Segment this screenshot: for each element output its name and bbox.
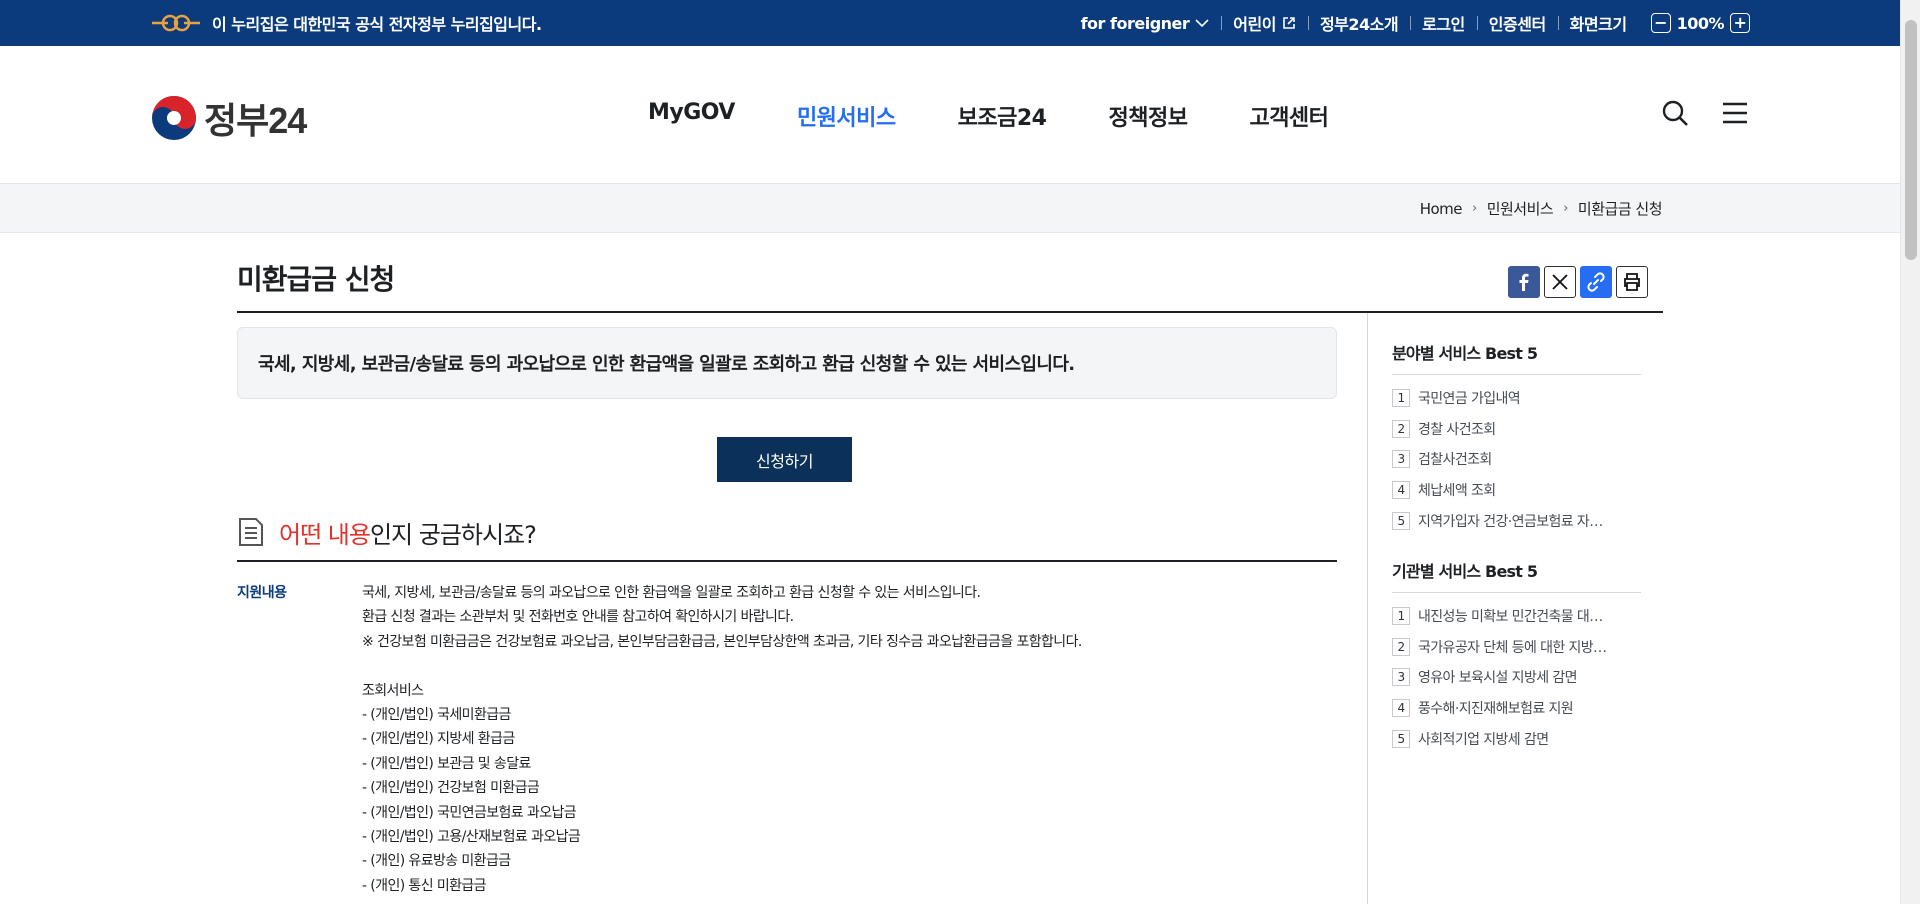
x-icon <box>1552 274 1568 290</box>
support-line: - (개인) 통신 미환급금 <box>362 877 487 894</box>
best-by-org-box: 기관별 서비스 Best 5 1 내진성능 미확보 민간건축물 대… 2 국가유공자… <box>1392 558 1641 754</box>
external-link-icon <box>1283 17 1295 29</box>
utility-menu: for foreigner 어린이 정부24소개 로그인 인증센터 화면크기 −… <box>1069 0 1750 46</box>
search-icon[interactable] <box>1660 98 1690 128</box>
about-link[interactable]: 정부24소개 <box>1307 11 1410 35</box>
zoom-in-button[interactable]: + <box>1730 13 1750 33</box>
support-line: - (개인/법인) 지방세 환급금 <box>362 731 515 748</box>
breadcrumb-home[interactable]: Home <box>1420 200 1463 218</box>
document-icon <box>239 518 263 546</box>
gov-banner: 이 누리집은 대한민국 공식 전자정부 누리집입니다. for foreigne… <box>0 0 1900 46</box>
list-item[interactable]: 3 영유아 보육시설 지방세 감면 <box>1392 662 1641 693</box>
copy-link-button[interactable] <box>1580 266 1612 298</box>
print-button[interactable] <box>1616 266 1648 298</box>
section-heading: 어떤 내용인지 궁금하시죠? <box>237 514 1337 562</box>
gov-notice: 이 누리집은 대한민국 공식 전자정부 누리집입니다. <box>212 15 542 34</box>
support-line: ※ 건강보험 미환급금은 건강보험료 과오납금, 본인부담금환급금, 본인부담상… <box>362 633 1082 650</box>
taegeuk-logo-icon <box>152 96 196 140</box>
list-item[interactable]: 2 국가유공자 단체 등에 대한 지방… <box>1392 632 1641 663</box>
scrollbar-thumb[interactable] <box>1905 20 1917 260</box>
support-line: - (개인/법인) 국세미환급금 <box>362 706 511 723</box>
list-item[interactable]: 5 지역가입자 건강·연금보험료 자… <box>1392 505 1641 536</box>
support-line: - (개인/법인) 고용/산재보험료 과오납금 <box>362 828 581 845</box>
title-divider <box>237 311 1663 313</box>
facebook-share-button[interactable] <box>1508 266 1540 298</box>
main-nav: MyGOV 민원서비스 보조금24 정책정보 고객센터 <box>648 100 1329 132</box>
support-content: 국세, 지방세, 보관금/송달료 등의 과오납으로 인한 환급액을 일괄로 조회… <box>362 581 1342 898</box>
nav-customer-center[interactable]: 고객센터 <box>1249 100 1328 132</box>
support-line: 조회서비스 <box>362 682 424 699</box>
menu-icon[interactable] <box>1720 98 1750 128</box>
screen-size-label: 화면크기 <box>1557 11 1639 35</box>
egov-logo-icon <box>152 14 200 32</box>
site-logo[interactable]: 정부24 <box>150 92 307 144</box>
best-by-org-title: 기관별 서비스 Best 5 <box>1392 558 1641 593</box>
breadcrumb-band: Home › 민원서비스 › 미환급금 신청 <box>0 184 1900 233</box>
chevron-right-icon: › <box>1472 201 1477 216</box>
support-line: - (개인) 유료방송 미환급금 <box>362 853 511 870</box>
link-icon <box>1587 272 1605 292</box>
list-item[interactable]: 4 체납세액 조회 <box>1392 475 1641 506</box>
best-by-field-box: 분야별 서비스 Best 5 1 국민연금 가입내역 2 경찰 사건조회 3 검찰사건… <box>1392 340 1641 536</box>
nav-subsidy24[interactable]: 보조금24 <box>958 100 1047 132</box>
breadcrumb-civil-service[interactable]: 민원서비스 <box>1487 198 1554 219</box>
page-title: 미환급금 신청 <box>237 263 395 296</box>
zoom-control: − 100% + <box>1639 13 1750 33</box>
facebook-icon <box>1519 273 1529 291</box>
foreigner-link[interactable]: for foreigner <box>1069 14 1222 33</box>
zoom-value: 100% <box>1676 13 1725 33</box>
cert-center-link[interactable]: 인증센터 <box>1476 11 1558 35</box>
support-line: 환급 신청 결과는 소관부처 및 전화번호 안내를 참고하여 확인하시기 바랍니… <box>362 609 794 626</box>
zoom-out-button[interactable]: − <box>1650 13 1671 33</box>
page-scrollbar[interactable] <box>1900 0 1920 904</box>
logo-text: 정부24 <box>204 100 307 141</box>
section-title: 어떤 내용인지 궁금하시죠? <box>279 520 537 549</box>
support-line: 국세, 지방세, 보관금/송달료 등의 과오납으로 인한 환급액을 일괄로 조회… <box>362 585 981 601</box>
breadcrumb-current: 미환급금 신청 <box>1577 200 1663 218</box>
header-icons <box>1660 98 1750 128</box>
column-divider <box>1367 313 1368 904</box>
kids-link[interactable]: 어린이 <box>1221 11 1308 35</box>
nav-civil-service[interactable]: 민원서비스 <box>797 100 896 132</box>
list-item[interactable]: 3 검찰사건조회 <box>1392 444 1641 475</box>
nav-policy-info[interactable]: 정책정보 <box>1108 100 1187 132</box>
list-item[interactable]: 4 풍수해·지진재해보험료 지원 <box>1392 693 1641 724</box>
chevron-down-icon <box>1195 19 1209 28</box>
nav-mygov[interactable]: MyGOV <box>648 100 735 132</box>
site-header: 정부24 MyGOV 민원서비스 보조금24 정책정보 고객센터 <box>0 46 1900 184</box>
list-item[interactable]: 1 내진성능 미확보 민간건축물 대… <box>1392 601 1641 632</box>
service-summary: 국세, 지방세, 보관금/송달료 등의 과오납으로 인한 환급액을 일괄로 조회… <box>237 327 1337 399</box>
list-item[interactable]: 1 국민연금 가입내역 <box>1392 383 1641 414</box>
print-icon <box>1624 273 1640 291</box>
support-line: - (개인/법인) 건강보험 미환급금 <box>362 780 540 797</box>
x-share-button[interactable] <box>1544 266 1576 298</box>
apply-button[interactable]: 신청하기 <box>717 437 852 482</box>
list-item[interactable]: 5 사회적기업 지방세 감면 <box>1392 723 1641 754</box>
support-content-label: 지원내용 <box>237 585 287 601</box>
support-line <box>362 654 1342 678</box>
list-item[interactable]: 2 경찰 사건조회 <box>1392 414 1641 445</box>
login-link[interactable]: 로그인 <box>1410 11 1477 35</box>
support-line: - (개인/법인) 국민연금보험료 과오납금 <box>362 804 577 821</box>
chevron-right-icon: › <box>1563 201 1568 216</box>
share-buttons <box>1508 266 1648 298</box>
breadcrumb: Home › 민원서비스 › 미환급금 신청 <box>1420 184 1663 233</box>
best-by-field-title: 분야별 서비스 Best 5 <box>1392 340 1641 375</box>
support-line: - (개인/법인) 보관금 및 송달료 <box>362 755 531 772</box>
